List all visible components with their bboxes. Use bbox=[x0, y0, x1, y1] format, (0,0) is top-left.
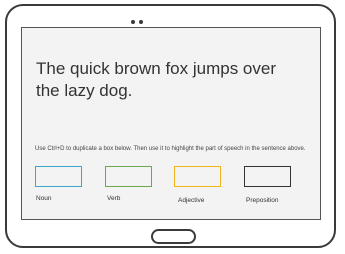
adjective-highlight-box[interactable] bbox=[174, 166, 221, 187]
instructions-text: Use Ctrl+D to duplicate a box below. The… bbox=[35, 146, 306, 152]
sentence-text[interactable]: The quick brown fox jumps over the lazy … bbox=[36, 58, 286, 102]
slide-canvas bbox=[21, 27, 321, 220]
verb-highlight-box[interactable] bbox=[105, 166, 152, 187]
home-button[interactable] bbox=[151, 229, 196, 244]
adjective-label: Adjective bbox=[178, 197, 205, 204]
camera-dot-icon bbox=[131, 20, 135, 24]
preposition-label: Preposition bbox=[246, 197, 279, 204]
noun-highlight-box[interactable] bbox=[35, 166, 82, 187]
noun-label: Noun bbox=[36, 195, 52, 202]
verb-label: Verb bbox=[107, 195, 121, 202]
camera-dot-icon bbox=[139, 20, 143, 24]
preposition-highlight-box[interactable] bbox=[244, 166, 291, 187]
